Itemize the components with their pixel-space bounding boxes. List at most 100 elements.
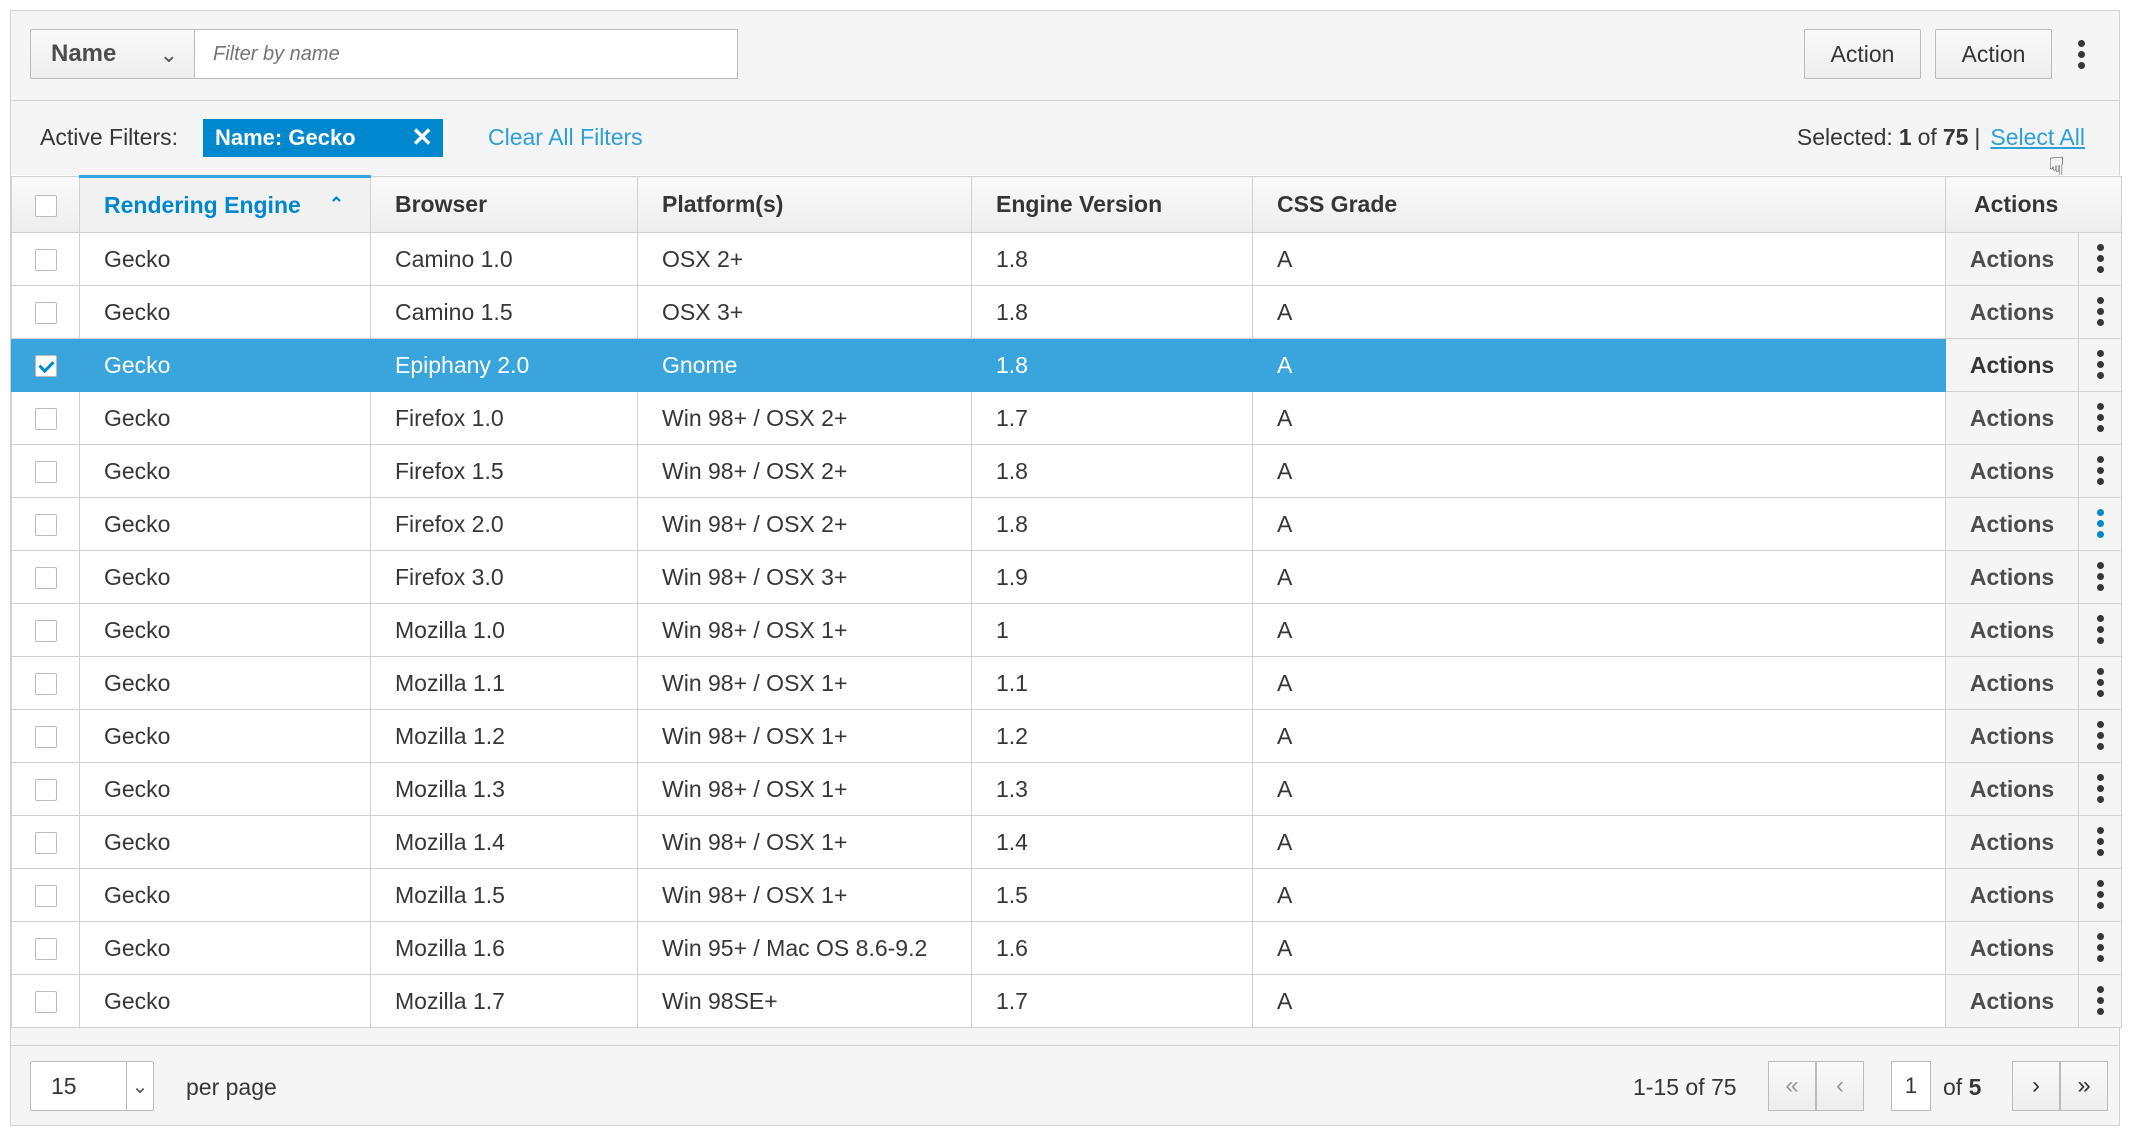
row-kebab-icon[interactable] <box>2095 244 2105 273</box>
row-checkbox[interactable] <box>34 355 57 378</box>
per-page-select[interactable]: 15 ⌄ <box>30 1061 154 1111</box>
row-kebab-icon[interactable] <box>2095 509 2105 538</box>
row-checkbox-cell[interactable] <box>11 338 80 392</box>
row-kebab-icon[interactable] <box>2095 668 2105 697</box>
row-kebab-cell[interactable] <box>2078 603 2122 657</box>
action-button-1[interactable]: Action <box>1804 29 1921 79</box>
row-actions-button[interactable]: Actions <box>1945 815 2079 869</box>
row-checkbox-cell[interactable] <box>11 232 80 286</box>
row-kebab-cell[interactable] <box>2078 974 2122 1028</box>
row-actions-button[interactable]: Actions <box>1945 550 2079 604</box>
table-row[interactable]: Gecko Firefox 3.0 Win 98+ / OSX 3+ 1.9 A Acti… <box>11 550 2122 604</box>
table-row[interactable]: Gecko Camino 1.5 OSX 3+ 1.8 A Actions <box>11 285 2122 339</box>
action-button-2[interactable]: Action <box>1935 29 2052 79</box>
row-actions-button[interactable]: Actions <box>1945 656 2079 710</box>
row-checkbox[interactable] <box>34 567 57 590</box>
row-actions-button[interactable]: Actions <box>1945 603 2079 657</box>
row-kebab-cell[interactable] <box>2078 709 2122 763</box>
table-row[interactable]: Gecko Mozilla 1.2 Win 98+ / OSX 1+ 1.2 A Acti… <box>11 709 2122 763</box>
column-header-platforms[interactable]: Platform(s) <box>637 176 972 233</box>
row-actions-button[interactable]: Actions <box>1945 974 2079 1028</box>
table-row[interactable]: Gecko Mozilla 1.0 Win 98+ / OSX 1+ 1 A Action… <box>11 603 2122 657</box>
row-checkbox-cell[interactable] <box>11 603 80 657</box>
row-checkbox-cell[interactable] <box>11 815 80 869</box>
row-kebab-icon[interactable] <box>2095 562 2105 591</box>
row-kebab-cell[interactable] <box>2078 921 2122 975</box>
row-checkbox[interactable] <box>34 938 57 961</box>
row-kebab-cell[interactable] <box>2078 497 2122 551</box>
select-all-checkbox-cell[interactable] <box>11 176 80 233</box>
row-kebab-cell[interactable] <box>2078 656 2122 710</box>
row-kebab-cell[interactable] <box>2078 444 2122 498</box>
row-actions-button[interactable]: Actions <box>1945 921 2079 975</box>
row-checkbox-cell[interactable] <box>11 974 80 1028</box>
row-checkbox[interactable] <box>34 779 57 802</box>
toolbar-kebab-icon[interactable] <box>2076 40 2086 69</box>
table-row[interactable]: Gecko Mozilla 1.6 Win 95+ / Mac OS 8.6-9.2… <box>11 921 2122 975</box>
column-header-rendering-engine[interactable]: Rendering Engine ⌃ <box>79 175 371 233</box>
next-page-icon[interactable]: › <box>2012 1061 2060 1111</box>
row-kebab-icon[interactable] <box>2095 880 2105 909</box>
row-checkbox-cell[interactable] <box>11 762 80 816</box>
row-kebab-cell[interactable] <box>2078 815 2122 869</box>
select-all-link[interactable]: Select All <box>1990 124 2085 151</box>
row-checkbox-cell[interactable] <box>11 550 80 604</box>
row-actions-button[interactable]: Actions <box>1945 868 2079 922</box>
clear-all-filters-link[interactable]: Clear All Filters <box>488 124 643 151</box>
select-all-checkbox[interactable] <box>34 194 57 217</box>
table-row[interactable]: Gecko Epiphany 2.0 Gnome 1.8 A Actions <box>11 338 2122 392</box>
table-row[interactable]: Gecko Mozilla 1.4 Win 98+ / OSX 1+ 1.4 A Acti… <box>11 815 2122 869</box>
row-checkbox-cell[interactable] <box>11 391 80 445</box>
table-row[interactable]: Gecko Firefox 2.0 Win 98+ / OSX 2+ 1.8 A Acti… <box>11 497 2122 551</box>
previous-page-icon[interactable]: ‹ <box>1816 1061 1864 1111</box>
row-kebab-cell[interactable] <box>2078 868 2122 922</box>
row-checkbox-cell[interactable] <box>11 285 80 339</box>
row-kebab-cell[interactable] <box>2078 762 2122 816</box>
row-kebab-cell[interactable] <box>2078 550 2122 604</box>
row-checkbox[interactable] <box>34 726 57 749</box>
row-kebab-icon[interactable] <box>2095 403 2105 432</box>
row-checkbox[interactable] <box>34 461 57 484</box>
row-checkbox-cell[interactable] <box>11 921 80 975</box>
column-header-css-grade[interactable]: CSS Grade <box>1252 176 1946 233</box>
row-kebab-icon[interactable] <box>2095 721 2105 750</box>
row-checkbox[interactable] <box>34 885 57 908</box>
row-kebab-icon[interactable] <box>2095 933 2105 962</box>
row-actions-button[interactable]: Actions <box>1945 762 2079 816</box>
row-checkbox[interactable] <box>34 991 57 1014</box>
close-icon[interactable]: ✕ <box>411 122 433 153</box>
row-kebab-cell[interactable] <box>2078 232 2122 286</box>
filter-input[interactable] <box>195 29 738 79</box>
row-kebab-icon[interactable] <box>2095 774 2105 803</box>
row-kebab-icon[interactable] <box>2095 827 2105 856</box>
last-page-icon[interactable]: » <box>2060 1061 2108 1111</box>
table-row[interactable]: Gecko Camino 1.0 OSX 2+ 1.8 A Actions <box>11 232 2122 286</box>
row-actions-button[interactable]: Actions <box>1945 709 2079 763</box>
table-row[interactable]: Gecko Mozilla 1.3 Win 98+ / OSX 1+ 1.3 A Acti… <box>11 762 2122 816</box>
row-checkbox[interactable] <box>34 408 57 431</box>
row-actions-button[interactable]: Actions <box>1945 232 2079 286</box>
page-number-input[interactable] <box>1891 1061 1931 1111</box>
filter-field-select[interactable]: Name ⌄ <box>30 29 195 79</box>
row-actions-button[interactable]: Actions <box>1945 285 2079 339</box>
row-kebab-icon[interactable] <box>2095 456 2105 485</box>
row-checkbox-cell[interactable] <box>11 656 80 710</box>
row-checkbox[interactable] <box>34 832 57 855</box>
table-row[interactable]: Gecko Mozilla 1.5 Win 98+ / OSX 1+ 1.5 A Acti… <box>11 868 2122 922</box>
row-checkbox[interactable] <box>34 620 57 643</box>
row-kebab-icon[interactable] <box>2095 350 2105 379</box>
row-checkbox-cell[interactable] <box>11 868 80 922</box>
row-kebab-icon[interactable] <box>2095 297 2105 326</box>
row-actions-button[interactable]: Actions <box>1945 444 2079 498</box>
row-checkbox[interactable] <box>34 673 57 696</box>
row-kebab-icon[interactable] <box>2095 615 2105 644</box>
table-row[interactable]: Gecko Firefox 1.0 Win 98+ / OSX 2+ 1.7 A Acti… <box>11 391 2122 445</box>
row-kebab-icon[interactable] <box>2095 986 2105 1015</box>
row-actions-button[interactable]: Actions <box>1945 391 2079 445</box>
column-header-engine-version[interactable]: Engine Version <box>971 176 1253 233</box>
first-page-icon[interactable]: « <box>1768 1061 1816 1111</box>
row-kebab-cell[interactable] <box>2078 285 2122 339</box>
table-row[interactable]: Gecko Mozilla 1.7 Win 98SE+ 1.7 A Actions <box>11 974 2122 1028</box>
row-actions-button[interactable]: Actions <box>1945 497 2079 551</box>
row-checkbox[interactable] <box>34 249 57 272</box>
